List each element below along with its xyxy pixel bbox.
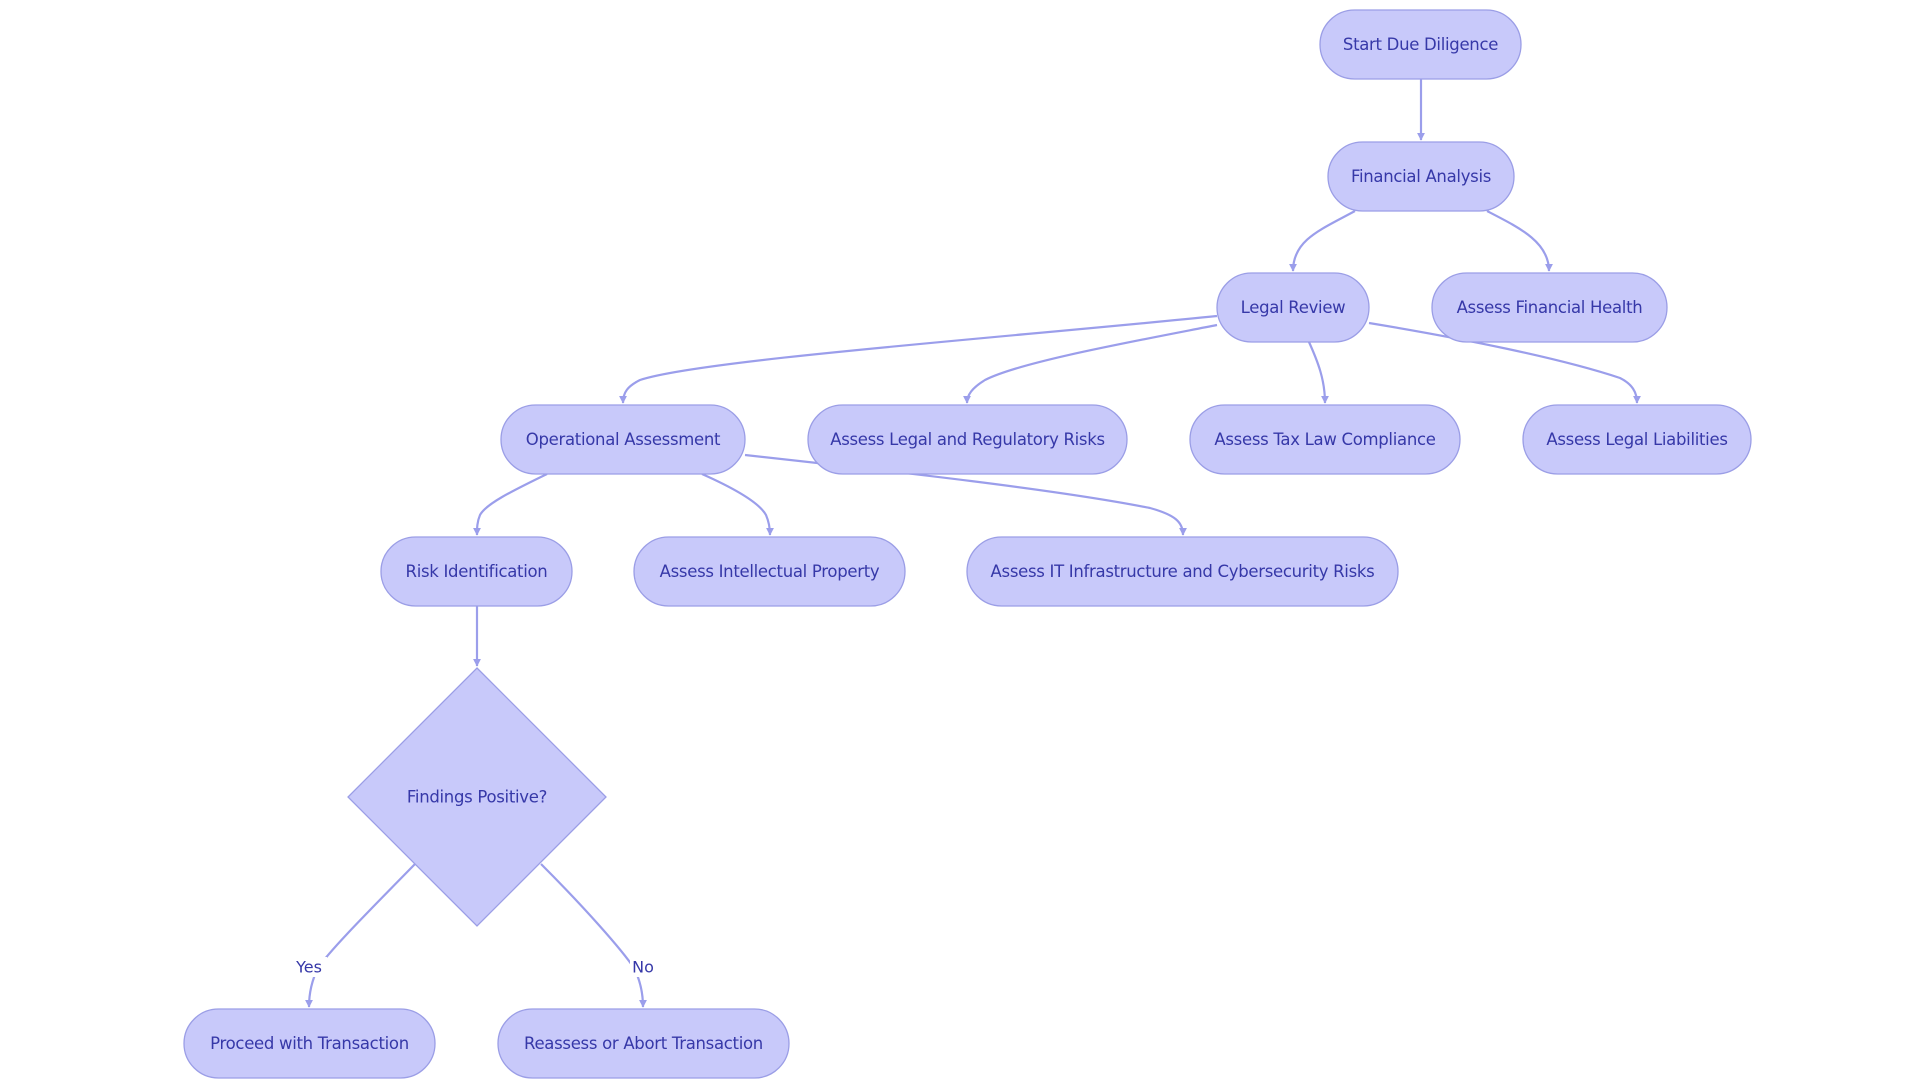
node-label: Assess Legal Liabilities bbox=[1546, 430, 1727, 449]
edge-decision-to-reassess bbox=[540, 863, 647, 1008]
edge-financial-to-fin_health bbox=[1486, 210, 1553, 272]
node-label: Assess IT Infrastructure and Cybersecuri… bbox=[991, 562, 1375, 581]
edge-decision-to-proceed bbox=[305, 863, 416, 1008]
edge-labels-layer: Yes No bbox=[291, 957, 656, 977]
node-label: Assess Financial Health bbox=[1457, 298, 1643, 317]
edge-label-text: No bbox=[632, 958, 654, 977]
node-label: Legal Review bbox=[1241, 298, 1346, 317]
edge-operational-to-risk bbox=[473, 473, 548, 536]
node-proceed[interactable]: Proceed with Transaction bbox=[183, 1008, 436, 1079]
edge-operational-to-ip bbox=[701, 472, 774, 536]
edge-legal-to-operational bbox=[619, 314, 1218, 404]
node-liabilities[interactable]: Assess Legal Liabilities bbox=[1522, 404, 1752, 475]
edge-label-yes: Yes bbox=[291, 957, 327, 977]
node-operational[interactable]: Operational Assessment bbox=[500, 404, 746, 475]
node-label: Start Due Diligence bbox=[1343, 35, 1498, 54]
node-fin-health[interactable]: Assess Financial Health bbox=[1431, 272, 1668, 343]
node-decision[interactable]: Findings Positive? bbox=[347, 667, 607, 927]
node-label: Assess Legal and Regulatory Risks bbox=[830, 430, 1105, 449]
node-label: Proceed with Transaction bbox=[210, 1034, 409, 1053]
node-start[interactable]: Start Due Diligence bbox=[1319, 9, 1522, 80]
node-label: Assess Tax Law Compliance bbox=[1214, 430, 1435, 449]
node-reassess[interactable]: Reassess or Abort Transaction bbox=[497, 1008, 790, 1079]
node-label: Financial Analysis bbox=[1351, 167, 1491, 186]
node-financial[interactable]: Financial Analysis bbox=[1327, 141, 1515, 212]
nodes-layer: Start Due Diligence Financial Analysis Leg… bbox=[183, 9, 1752, 1079]
node-tax[interactable]: Assess Tax Law Compliance bbox=[1189, 404, 1461, 475]
edge-financial-to-legal bbox=[1289, 210, 1356, 272]
node-legal[interactable]: Legal Review bbox=[1216, 272, 1370, 343]
node-ip[interactable]: Assess Intellectual Property bbox=[633, 536, 906, 607]
node-legal-reg[interactable]: Assess Legal and Regulatory Risks bbox=[807, 404, 1128, 475]
node-it[interactable]: Assess IT Infrastructure and Cybersecuri… bbox=[966, 536, 1399, 607]
node-risk[interactable]: Risk Identification bbox=[380, 536, 573, 607]
node-label: Operational Assessment bbox=[526, 430, 721, 449]
node-label: Assess Intellectual Property bbox=[660, 562, 880, 581]
edge-legal-to-tax bbox=[1307, 341, 1329, 404]
edge-label-text: Yes bbox=[295, 958, 322, 977]
node-label: Findings Positive? bbox=[407, 788, 547, 807]
flowchart-canvas: Start Due Diligence Financial Analysis Leg… bbox=[183, 9, 1752, 1079]
edge-label-no: No bbox=[630, 957, 656, 977]
node-label: Reassess or Abort Transaction bbox=[524, 1034, 763, 1053]
node-label: Risk Identification bbox=[406, 562, 548, 581]
